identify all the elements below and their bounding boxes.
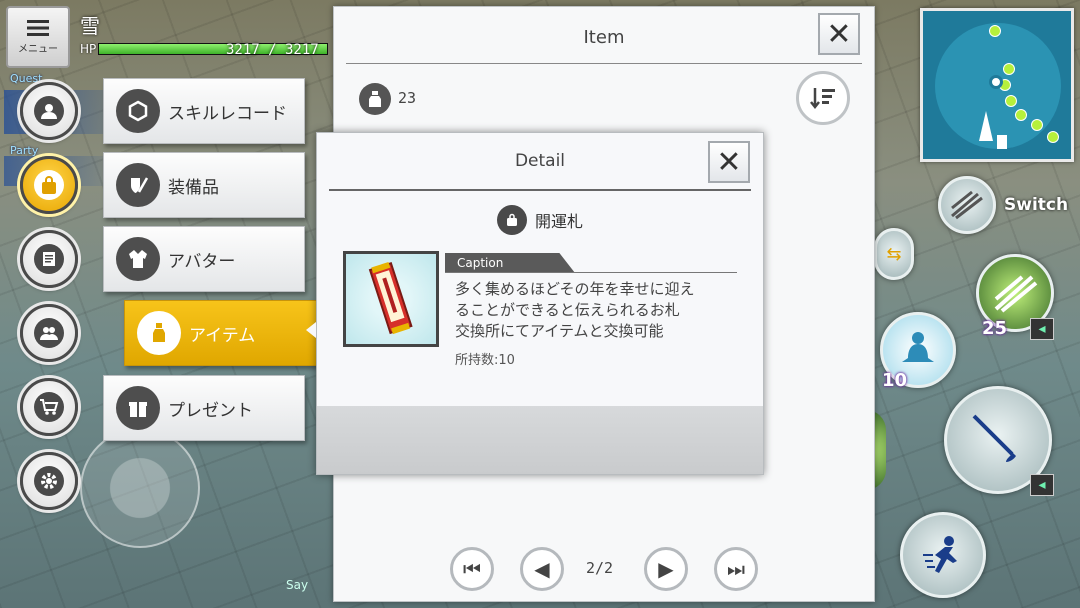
first-page-icon: ⏮ xyxy=(463,557,481,581)
owned-count: 所持数:10 xyxy=(455,353,515,368)
item-name-row: 開運札 xyxy=(317,205,763,235)
shop-menu-button[interactable] xyxy=(20,378,78,436)
skill-level: 25 xyxy=(982,318,1008,339)
caption-line: 多く集めるほどその年を幸せに迎え xyxy=(455,280,695,298)
friends-icon xyxy=(34,318,64,348)
buff-level: 10 xyxy=(882,370,908,391)
prev-page-icon: ◀ xyxy=(534,557,550,581)
close-icon: ✕ xyxy=(716,144,742,180)
submenu-item-label: アイテム xyxy=(189,325,256,346)
menu-label: メニュー xyxy=(18,43,58,55)
last-page-icon: ⏭ xyxy=(727,557,745,581)
person-icon xyxy=(34,96,64,126)
item-name: 開運札 xyxy=(534,212,583,231)
first-page-button[interactable]: ⏮ xyxy=(450,547,494,591)
detail-window: Detail ✕ 開運札 Caption 多く集めるほどその年を幸せに迎え るこ… xyxy=(316,132,764,475)
gate-icon xyxy=(997,135,1007,149)
item-thumbnail xyxy=(343,251,439,347)
prev-page-button[interactable]: ◀ xyxy=(520,547,564,591)
minimap-marker xyxy=(989,25,1001,37)
submenu-skill-record[interactable]: スキルレコード xyxy=(103,78,305,144)
notes-menu-button[interactable] xyxy=(20,230,78,288)
caption-line: 交換所にてアイテムと交換可能 xyxy=(455,322,664,340)
charm-icon xyxy=(368,261,413,335)
caption-text: 多く集めるほどその年を幸せに迎え ることができると伝えられるお札 交換所にてアイ… xyxy=(455,279,695,342)
switch-icon xyxy=(951,190,983,220)
coat-icon xyxy=(116,237,160,281)
swap-arrows-icon: ⇆ xyxy=(886,243,902,265)
submenu-present[interactable]: プレゼント xyxy=(103,375,305,441)
last-page-button[interactable]: ⏭ xyxy=(714,547,758,591)
item-count: 23 xyxy=(398,89,417,107)
say-label[interactable]: Say xyxy=(286,578,308,592)
player-name: 雪 xyxy=(80,14,100,38)
switch-button[interactable] xyxy=(938,176,996,234)
minimap-marker xyxy=(1047,131,1059,143)
bag-icon xyxy=(34,170,64,200)
profile-menu-button[interactable] xyxy=(20,82,78,140)
close-icon: ✕ xyxy=(826,16,852,52)
hp-label: HP xyxy=(80,42,97,56)
item-window-title: Item xyxy=(583,27,625,48)
submenu-avatar[interactable]: アバター xyxy=(103,226,305,292)
caption-label: Caption xyxy=(445,253,575,273)
page-indicator: 2/2 xyxy=(586,559,614,577)
notes-icon xyxy=(34,244,64,274)
submenu-item[interactable]: アイテム xyxy=(124,300,326,366)
gift-icon xyxy=(116,386,160,430)
submenu-skill-record-label: スキルレコード xyxy=(168,103,287,124)
submenu-equipment[interactable]: 装備品 xyxy=(103,152,305,218)
minimap[interactable] xyxy=(920,8,1074,162)
dash-button[interactable] xyxy=(900,512,986,598)
switch-label: Switch xyxy=(1004,195,1069,215)
buff-skill-button[interactable]: ⇆ xyxy=(874,228,914,280)
minimap-marker xyxy=(1031,119,1043,131)
arrow-left-icon[interactable]: ◂ xyxy=(1030,318,1054,340)
meditation-icon xyxy=(902,332,934,362)
next-page-button[interactable]: ▶ xyxy=(644,547,688,591)
bag-menu-button[interactable] xyxy=(20,156,78,214)
gear-icon xyxy=(34,466,64,496)
submenu-avatar-label: アバター xyxy=(168,251,236,272)
hexagon-icon xyxy=(116,89,160,133)
hp-value: 3217 / 3217 xyxy=(226,42,319,58)
arrow-left-icon[interactable]: ◂ xyxy=(1030,474,1054,496)
player-position-icon xyxy=(989,75,1003,89)
potion-icon xyxy=(137,311,181,355)
sort-icon xyxy=(810,88,835,110)
party-tag: Party xyxy=(10,144,39,157)
movement-joystick[interactable] xyxy=(80,428,200,548)
detail-title: Detail xyxy=(514,151,566,171)
shield-sword-icon xyxy=(116,163,160,207)
sort-button[interactable] xyxy=(796,71,850,125)
detail-close-button[interactable]: ✕ xyxy=(708,141,750,183)
minimap-marker xyxy=(1003,63,1015,75)
potion-icon xyxy=(359,83,391,115)
running-icon xyxy=(923,536,957,573)
submenu-present-label: プレゼント xyxy=(168,400,253,421)
caption-line: ることができると伝えられるお札 xyxy=(455,301,680,319)
friends-menu-button[interactable] xyxy=(20,304,78,362)
menu-button[interactable]: メニュー xyxy=(6,6,70,68)
minimap-marker xyxy=(1005,95,1017,107)
bag-icon xyxy=(496,205,527,235)
sword-icon xyxy=(972,414,1016,462)
pointer-arrow xyxy=(306,322,316,338)
slash-icon xyxy=(994,275,1038,313)
settings-menu-button[interactable] xyxy=(20,452,78,510)
item-close-button[interactable]: ✕ xyxy=(818,13,860,55)
next-page-icon: ▶ xyxy=(658,557,674,581)
minimap-marker xyxy=(1015,109,1027,121)
cart-icon xyxy=(34,392,64,422)
hamburger-icon xyxy=(27,19,49,36)
submenu-equipment-label: 装備品 xyxy=(168,177,219,198)
